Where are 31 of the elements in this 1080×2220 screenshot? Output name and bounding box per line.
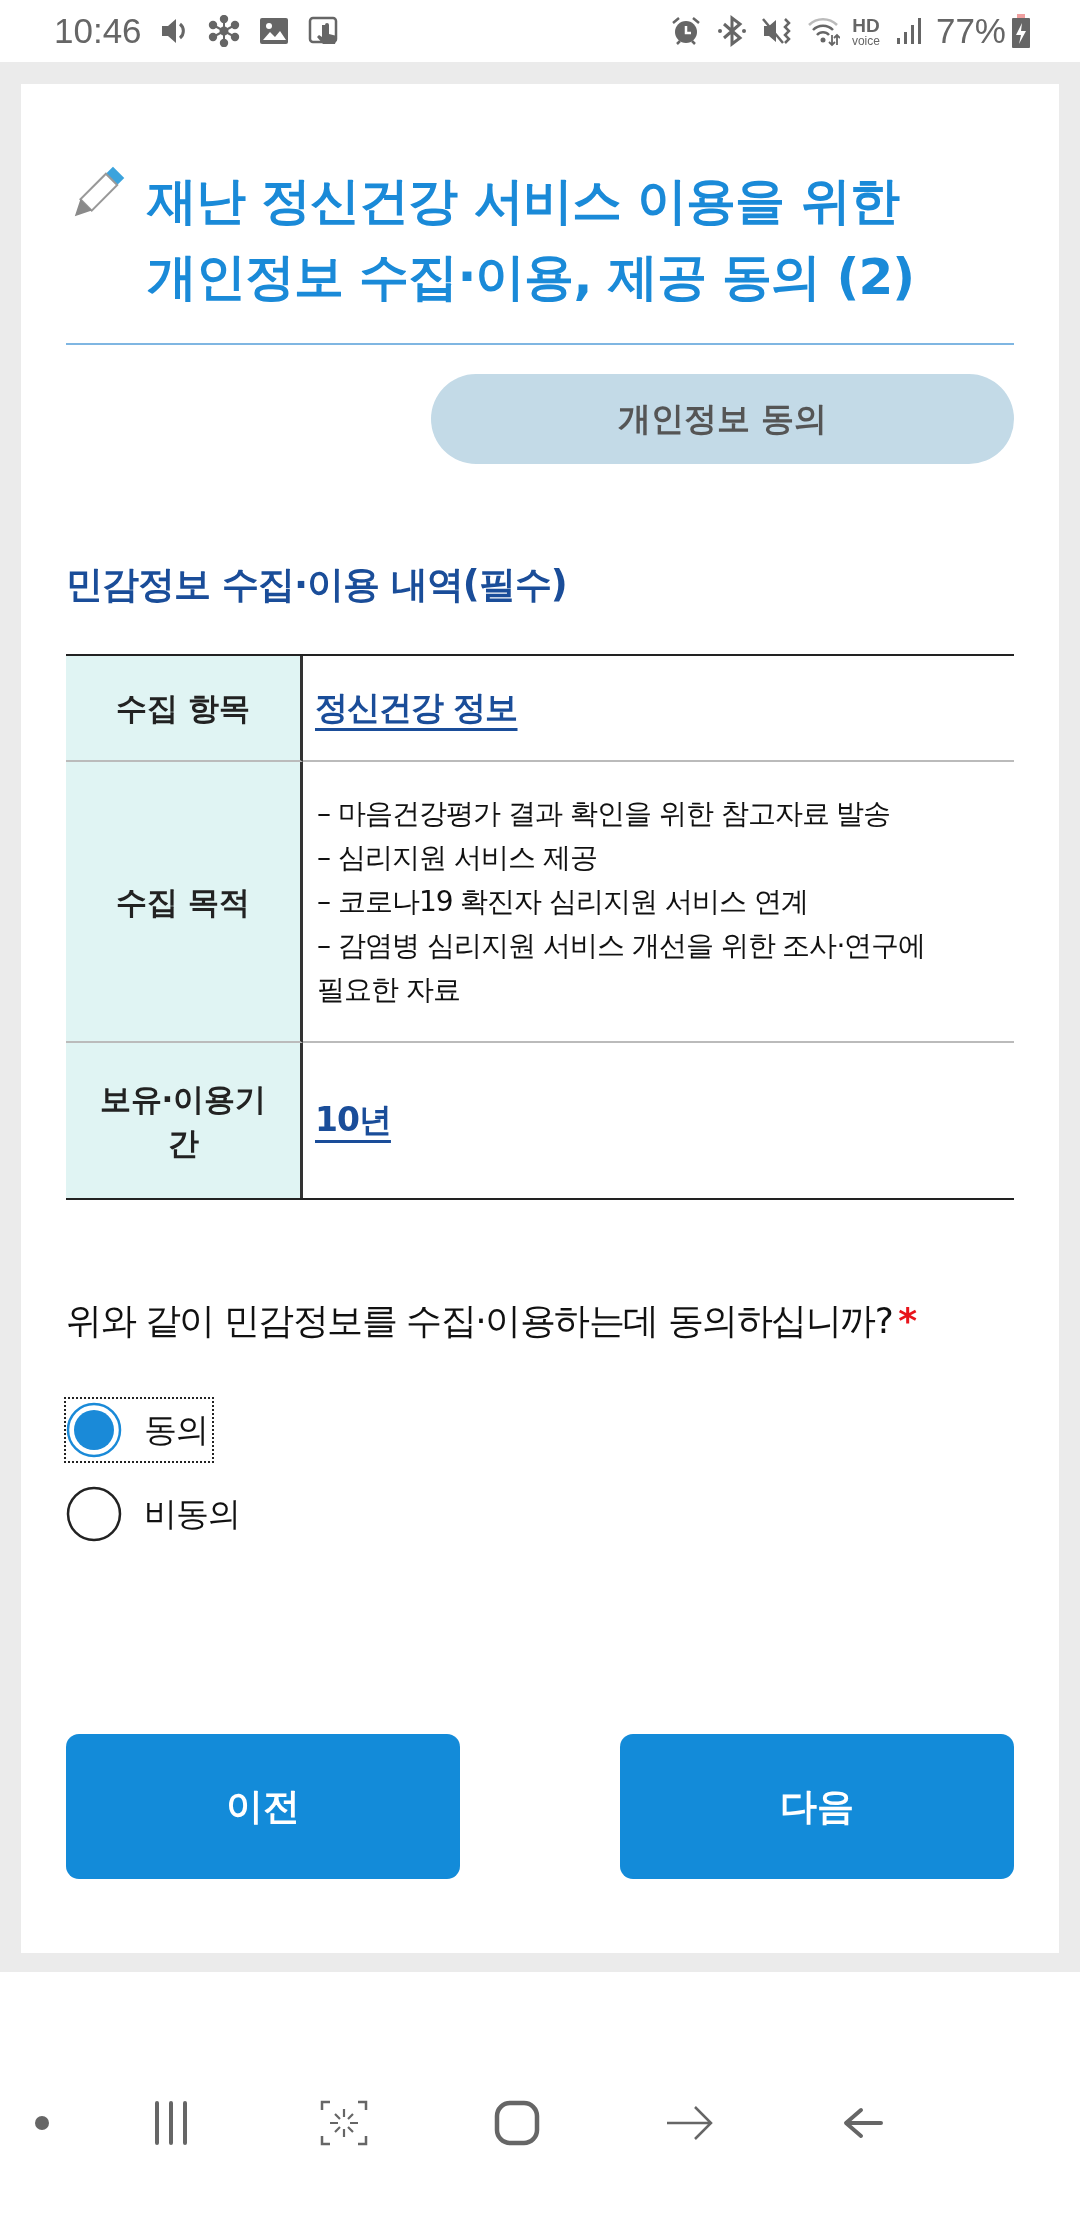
status-time: 10:46 bbox=[54, 11, 142, 51]
radio-unchecked-icon[interactable] bbox=[66, 1486, 122, 1542]
bluetooth-icon bbox=[715, 15, 748, 47]
purpose-item: – 심리지원 서비스 제공 bbox=[317, 839, 598, 876]
voice-label: voice bbox=[851, 34, 880, 47]
row-header-cell: 수집 항목 bbox=[66, 656, 303, 762]
purpose-item: – 마음건강평가 결과 확인을 위한 참고자료 발송 bbox=[317, 795, 892, 832]
table-cell-text: 10년 bbox=[314, 1099, 392, 1141]
purpose-item: – 감염병 심리지원 서비스 개선을 위한 조사·연구에 필요한 자료 bbox=[317, 927, 927, 1008]
next-button[interactable]: 다음 bbox=[620, 1734, 1014, 1879]
required-mark: * bbox=[898, 1300, 918, 1341]
battery-percent: 77% bbox=[935, 11, 1006, 51]
page-title: 재난 정신건강 서비스 이용을 위한 개인정보 수집·이용, 제공 동의 (2) bbox=[147, 171, 916, 308]
radio-option[interactable]: 비동의 bbox=[66, 1483, 244, 1545]
row-header-cell: 보유·이용기간 bbox=[66, 1043, 303, 1198]
dot-icon bbox=[35, 2116, 49, 2130]
radio-option[interactable]: 동의 bbox=[66, 1399, 212, 1461]
battery-charging-icon bbox=[1012, 14, 1030, 48]
image-icon bbox=[257, 15, 290, 47]
radio-checked-icon[interactable] bbox=[66, 1402, 122, 1458]
table-cell: 정신건강 정보 bbox=[303, 656, 1014, 762]
nodes-icon bbox=[207, 15, 240, 47]
question-text: 위와 같이 민감정보를 수집·이용하는데 동의하십니까? bbox=[66, 1299, 893, 1343]
purpose-item: – 코로나19 확진자 심리지원 서비스 연계 bbox=[317, 883, 810, 920]
section-heading: 민감정보 수집·이용 내역(필수) bbox=[66, 562, 568, 608]
wifi-icon bbox=[807, 15, 840, 47]
touch-screen-icon bbox=[307, 15, 340, 47]
row-header-cell: 수집 목적 bbox=[66, 762, 303, 1043]
previous-button[interactable]: 이전 bbox=[66, 1734, 460, 1879]
category-pill: 개인정보 동의 bbox=[431, 374, 1014, 464]
hd-label: HD bbox=[852, 15, 880, 35]
